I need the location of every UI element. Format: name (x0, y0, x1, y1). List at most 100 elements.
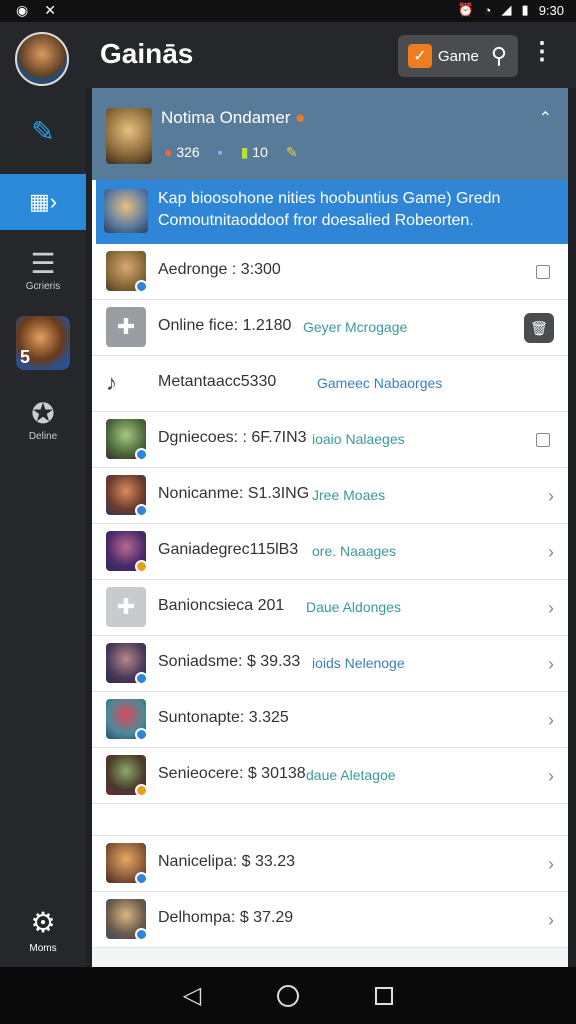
music-note-icon: ♪ (106, 370, 117, 395)
item-name: Aedronge : 3:300 (158, 261, 281, 278)
item-desc: ioaio Nalaeges (312, 431, 405, 447)
alarm-icon: ⏰ (457, 2, 474, 17)
list-item[interactable]: Senieocere: $ 30138 daue Aletagoe › (92, 748, 568, 804)
item-desc: Geyer Mcrogage (303, 319, 408, 335)
item-name: Suntonapte: 3.325 (158, 709, 289, 726)
list-item[interactable]: ✚ Online fice: 1.2180 Geyer Mcrogage 🗑 (92, 300, 568, 356)
item-desc: ore. Naaages (312, 543, 397, 559)
item-thumbnail (106, 419, 148, 461)
list-item[interactable]: Ganiadegrec115lB3 ore. Naaages › (92, 524, 568, 580)
chevron-right-icon[interactable]: › (548, 486, 554, 507)
item-thumbnail (106, 755, 148, 797)
chevron-right-icon[interactable]: › (548, 766, 554, 787)
sidebar-game-avatar: 5 (16, 316, 70, 370)
list-item[interactable]: Delhompa: $ 37.29 › (92, 892, 568, 948)
game-button-label: Game (438, 47, 479, 65)
stat-followers: 326 (164, 144, 199, 161)
stat-battery: 10 (241, 144, 268, 161)
list-item[interactable]: Soniadsme: $ 39.33 ioids Nelenoge › (92, 636, 568, 692)
main-content: Notima Ondamer ● 326 10 ✎ ⌃ Kap bioosoho… (92, 88, 568, 967)
checkmark-icon: ✓ (408, 44, 432, 68)
recent-apps-icon[interactable] (375, 986, 394, 1005)
item-thumbnail (106, 699, 148, 741)
item-name: Nonicanme: S1.3ING (158, 485, 310, 502)
home-icon[interactable] (277, 984, 300, 1007)
item-name: Banioncsieca 201 (158, 597, 285, 614)
item-desc: Gameec Nabaorges (317, 375, 443, 391)
item-checkbox[interactable] (536, 265, 550, 279)
header-title: Notima Ondamer ● (161, 108, 306, 127)
badge-icon: ✪ (31, 398, 55, 429)
chevron-right-icon[interactable]: › (548, 710, 554, 731)
list-item[interactable]: ♪ Metantaacc5330 Gameec Nabaorges (92, 356, 568, 412)
gear-icon: ⚙ (30, 907, 56, 938)
item-desc: ioids Nelenoge (312, 655, 405, 671)
more-options-icon[interactable]: ⋮ (530, 40, 554, 64)
list-spacer (92, 804, 568, 836)
list-item[interactable]: Dgniecoes: : 6F.7IN3 ioaio Nalaeges (92, 412, 568, 468)
status-bar: ◉ ✕ ⏰ ◔ ◢ ▮ 9:30 (0, 0, 576, 22)
chevron-right-icon[interactable]: › (548, 854, 554, 875)
app-notification-icon: ◉ (16, 2, 29, 18)
list-item[interactable]: Nonicanme: S1.3ING Jree Moaes › (92, 468, 568, 524)
page-title: Gainās (100, 38, 194, 69)
list-item[interactable]: ✚ Banioncsieca 201 Daue Aldonges › (92, 580, 568, 636)
puzzle-icon: ✚ (106, 307, 146, 347)
sidebar-item-label: Deline (28, 431, 58, 442)
stat-edit: ✎ (285, 144, 298, 160)
item-name: Ganiadegrec115lB3 (158, 541, 299, 558)
puzzle-icon: ✚ (106, 587, 146, 627)
header-card[interactable]: Notima Ondamer ● 326 10 ✎ ⌃ (92, 88, 568, 180)
item-thumbnail (106, 531, 148, 573)
item-name: Delhompa: $ 37.29 (158, 909, 294, 926)
highlight-line1: Kap bioosohone nities hoobuntius Game) G… (158, 190, 501, 207)
chevron-right-icon[interactable]: › (548, 598, 554, 619)
chevron-right-icon[interactable]: › (548, 542, 554, 563)
highlighted-item[interactable]: Kap bioosohone nities hoobuntius Game) G… (92, 180, 568, 244)
item-desc: daue Aletagoe (306, 767, 396, 783)
sidebar-item-badge[interactable]: ✪ Deline (0, 386, 86, 456)
clock: 9:30 (538, 2, 564, 18)
chevron-right-icon[interactable]: › (548, 654, 554, 675)
sidebar-item-edit[interactable]: ✎ (0, 102, 86, 162)
avatar[interactable] (15, 32, 69, 86)
grid-arrow-icon: ▦› (28, 189, 58, 214)
header-stats: 326 10 ✎ (164, 144, 298, 161)
item-name: Online fice: 1.2180 (158, 317, 292, 334)
item-checkbox[interactable] (536, 433, 550, 447)
edit-icon: ✎ (31, 116, 55, 147)
system-nav-bar: ◁ (0, 967, 576, 1024)
item-name: Nanicelipa: $ 33.23 (158, 853, 295, 870)
list-item[interactable]: Nanicelipa: $ 33.23 › (92, 836, 568, 892)
item-name: Senieocere: $ 30138 (158, 765, 306, 782)
list-item[interactable]: Aedronge : 3:300 (92, 244, 568, 300)
item-name: Metantaacc5330 (158, 373, 277, 390)
search-icon[interactable]: ⚲ (491, 43, 507, 69)
item-thumbnail (106, 899, 148, 941)
item-thumbnail (106, 251, 148, 293)
list-item[interactable]: Suntonapte: 3.325 › (92, 692, 568, 748)
highlight-thumbnail (104, 189, 148, 233)
wifi-icon: ◔ (483, 2, 492, 18)
sidebar-item-avatar[interactable]: 5 (0, 307, 86, 379)
trash-icon[interactable]: 🗑 (524, 313, 554, 343)
collapse-icon[interactable]: ⌃ (539, 108, 552, 128)
sidebar-item-settings[interactable]: ⚙ Moms (0, 894, 86, 966)
back-icon[interactable]: ◁ (183, 981, 201, 1010)
fire-icon: ● (295, 108, 306, 127)
item-desc: Jree Moaes (312, 487, 386, 503)
top-bar: Gainās ✓ Game ⚲ ⋮ (86, 22, 576, 88)
item-name: Soniadsme: $ 39.33 (158, 653, 301, 670)
chevron-right-icon[interactable]: › (548, 910, 554, 931)
battery-icon: ▮ (521, 2, 529, 17)
game-button[interactable]: ✓ Game ⚲ (398, 35, 518, 77)
sidebar-bottom-label: Moms (29, 943, 57, 954)
item-thumbnail (106, 643, 148, 685)
item-name: Dgniecoes: : 6F.7IN3 (158, 429, 307, 446)
sidebar-item-grid[interactable]: ▦› (0, 174, 86, 230)
header-thumbnail (106, 108, 152, 164)
sidebar: ✎ ▦› ☰ Gcrieris 5 ✪ Deline ⚙ Moms (0, 22, 86, 967)
highlight-line2: Comoutnitaoddoof fror doesalied Robeorte… (158, 212, 474, 229)
cellular-icon: ◢ (501, 2, 512, 17)
sidebar-item-chat[interactable]: ☰ Gcrieris (0, 238, 86, 304)
